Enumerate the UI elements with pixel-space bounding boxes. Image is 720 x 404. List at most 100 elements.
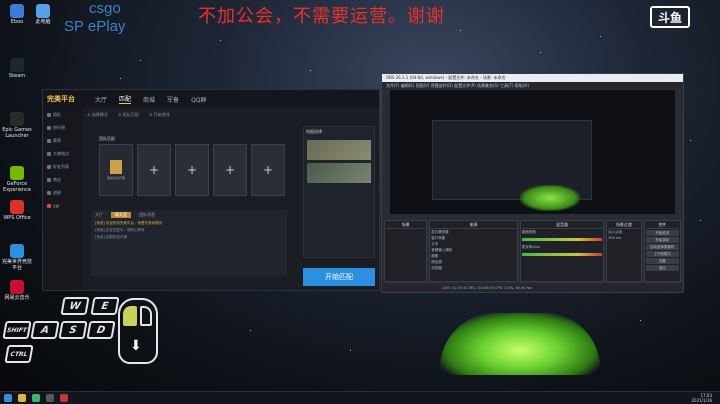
start-streaming-button[interactable]: 开始推流 <box>645 230 679 236</box>
volume-meter[interactable] <box>521 253 603 256</box>
desktop-icon[interactable]: 完美世界竞技平台 <box>2 244 32 271</box>
browser-icon[interactable] <box>32 394 40 402</box>
nav-qq-group[interactable]: QQ群 <box>191 95 206 104</box>
client-topbar: 完美平台 大厅 匹配 商城 军备 QQ群 <box>43 90 379 108</box>
chat-tabs: 大厅 聊天室 团队消息 <box>91 210 287 220</box>
season-icon <box>47 139 51 143</box>
virtual-camera-button[interactable]: 启动虚拟摄像机 <box>645 244 679 250</box>
client-sidebar: 组队 排行榜 赛季 大神指点 好友列表 商店 战绩 VIP <box>43 108 83 290</box>
key-a: A <box>30 321 60 339</box>
desktop-icon[interactable]: GeForce Experience <box>2 166 32 193</box>
app-icon <box>10 280 24 294</box>
mouse-left-button-icon <box>123 306 137 326</box>
chat-line: [系统] 正在匹配中，请耐心等待 <box>95 228 145 232</box>
desktop-icon[interactable]: Steam <box>2 58 32 79</box>
plus-icon: + <box>186 163 198 177</box>
team-slot-add[interactable]: + <box>251 144 285 196</box>
rank-badge-icon <box>110 160 122 174</box>
app-icon <box>10 200 24 214</box>
team-title: 团队匹配 <box>99 136 115 141</box>
team-slot-self[interactable]: 邀请好友开黑 <box>99 144 133 196</box>
exit-button[interactable]: 退出 <box>645 265 679 271</box>
nav-armory[interactable]: 军备 <box>167 95 179 104</box>
team-slot-add[interactable]: + <box>175 144 209 196</box>
team-slots: 邀请好友开黑 + + + + <box>99 144 285 196</box>
desktop-icon[interactable]: WPS Office <box>2 200 32 221</box>
mouse-overlay: ⬇ <box>118 298 158 364</box>
chat-line: [系统] 欢迎来到完美平台，请遵守游戏规则 <box>95 221 162 225</box>
desktop-icon-label: 完美世界竞技平台 <box>2 259 33 271</box>
start-recording-button[interactable]: 开始录制 <box>645 237 679 243</box>
obs-statusbar: LIVE: 01:19:31 REC: 00:00:00 CPU: 3.5%, … <box>382 284 683 292</box>
friends-icon <box>47 165 51 169</box>
settings-button[interactable]: 设置 <box>645 258 679 264</box>
tab-team-msg[interactable]: 团队消息 <box>139 212 155 218</box>
studio-mode-button[interactable]: 工作室模式 <box>645 251 679 257</box>
team-slot-add[interactable]: + <box>213 144 247 196</box>
obs-docks: 场景 来源 显示器采集 窗口采集 文本 音频输入捕获 图像 颜色源 浏览器 混音… <box>382 220 683 282</box>
key-ctrl: CTRL <box>4 345 34 363</box>
controls-dock: 控件 开始推流 开始录制 启动虚拟摄像机 工作室模式 设置 退出 <box>643 220 681 282</box>
obs-preview <box>390 90 675 214</box>
transition-duration[interactable]: 300 ms <box>608 235 639 241</box>
file-explorer-icon[interactable] <box>18 394 26 402</box>
obs-titlebar: OBS 26.1.1 (64-bit, windows) - 配置文件: 未命名… <box>382 74 683 82</box>
nav-store[interactable]: 商城 <box>143 95 155 104</box>
transitions-dock: 场景过渡 淡入淡出 300 ms <box>606 220 642 282</box>
sidebar-item-coach[interactable]: 大神指点 <box>43 148 83 160</box>
desktop-icon-label: Epic Games Launcher <box>2 127 32 139</box>
nav-lobby[interactable]: 大厅 <box>95 95 107 104</box>
game-client-window: 完美平台 大厅 匹配 商城 军备 QQ群 组队 排行榜 赛季 大神指点 好友列表… <box>42 89 380 291</box>
client-logo: 完美平台 <box>47 95 75 103</box>
match-steps: ① 选择模式 ② 组队匹配 ③ 开始游戏 <box>87 112 170 117</box>
sidebar-item-season[interactable]: 赛季 <box>43 135 83 147</box>
desktop-icon-label: GeForce Experience <box>3 181 31 193</box>
desktop-icon[interactable]: 此电脑 <box>28 4 58 25</box>
sidebar-item-shop[interactable]: 商店 <box>43 174 83 186</box>
system-clock[interactable]: 17:03 2021/1/16 <box>691 393 712 403</box>
vip-icon <box>47 204 51 208</box>
stream-tag: csgo SP ePlay <box>64 0 126 35</box>
chat-line: [系统] 匹配队伍已满 <box>95 235 127 239</box>
team-slot-add[interactable]: + <box>137 144 171 196</box>
coach-icon <box>47 152 51 156</box>
douyu-logo: 斗鱼 <box>650 6 690 28</box>
volume-meter[interactable] <box>521 238 603 241</box>
wallpaper-tent <box>430 305 610 380</box>
tab-lobby[interactable]: 大厅 <box>95 212 103 218</box>
map-thumb[interactable] <box>307 163 371 183</box>
start-match-button[interactable]: 开始匹配 <box>303 268 375 286</box>
stats-icon <box>47 191 51 195</box>
stream-notice: 不加公会，不需要运营。谢谢 <box>198 6 445 27</box>
app-icon <box>10 166 24 180</box>
tent-image <box>520 185 580 211</box>
sidebar-item-friends[interactable]: 好友列表 <box>43 161 83 173</box>
scenes-dock: 场景 <box>384 220 428 282</box>
key-e: E <box>90 297 120 315</box>
tab-chatroom[interactable]: 聊天室 <box>111 212 131 218</box>
obs-menubar[interactable]: 文件(F) 编辑(E) 视图(V) 停靠部件(D) 配置文件(P) 场景集合(S… <box>382 82 683 89</box>
sidebar-item-stats[interactable]: 战绩 <box>43 187 83 199</box>
windows-start-icon[interactable] <box>4 394 12 402</box>
sidebar-item-vip[interactable]: VIP <box>43 200 83 212</box>
app-icon <box>10 58 24 72</box>
mixer-dock: 混音器 桌面音频 麦克风/Aux <box>519 220 605 282</box>
key-w: W <box>60 297 90 315</box>
plus-icon: + <box>148 163 160 177</box>
key-shift: SHIFT <box>2 321 32 339</box>
desktop-icon[interactable]: Epic Games Launcher <box>2 112 32 139</box>
nav-match[interactable]: 匹配 <box>119 94 132 104</box>
source-item[interactable]: 浏览器 <box>431 265 515 271</box>
sidebar-item-team[interactable]: 组队 <box>43 109 83 121</box>
mouse-right-button-icon <box>140 306 152 326</box>
chat-panel: 大厅 聊天室 团队消息 [系统] 欢迎来到完美平台，请遵守游戏规则 [系统] 正… <box>91 210 287 276</box>
obs-taskbar-icon[interactable] <box>46 394 54 402</box>
sources-dock: 来源 显示器采集 窗口采集 文本 音频输入捕获 图像 颜色源 浏览器 <box>429 220 518 282</box>
map-thumb[interactable] <box>307 140 371 160</box>
app-icon <box>10 4 24 18</box>
game-taskbar-icon[interactable] <box>60 394 68 402</box>
sidebar-item-ranking[interactable]: 排行榜 <box>43 122 83 134</box>
shop-icon <box>47 178 51 182</box>
desktop-icon-label: 此电脑 <box>35 19 51 25</box>
key-d: D <box>86 321 116 339</box>
